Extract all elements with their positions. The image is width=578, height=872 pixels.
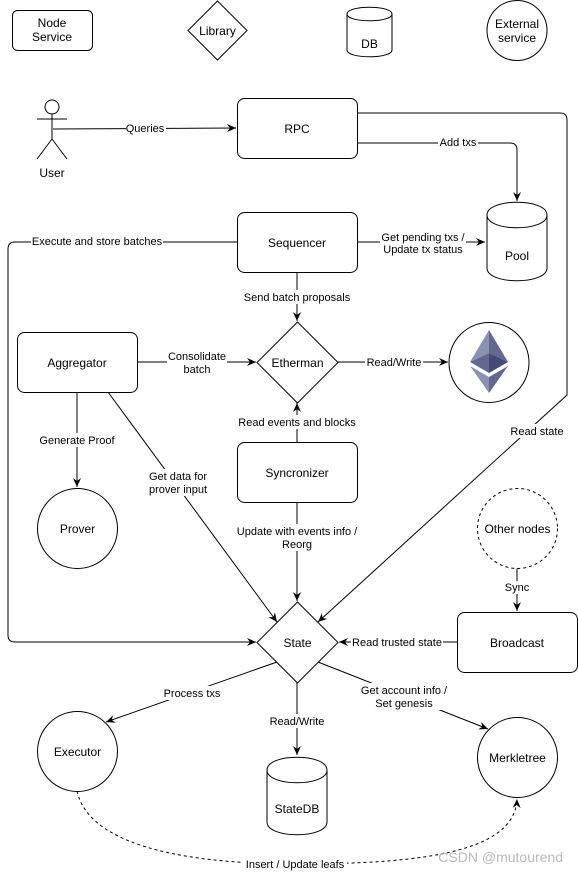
edge-label-update-events-2: Reorg <box>282 539 312 551</box>
edge-label-consolidate-1: Consolidate <box>168 351 226 363</box>
legend-db: DB <box>346 6 393 58</box>
statedb-label: StateDB <box>275 802 320 816</box>
rpc-label: RPC <box>284 122 310 136</box>
edge-label-read-events: Read events and blocks <box>238 417 356 429</box>
state-label: State <box>283 636 311 650</box>
etherman-label: Etherman <box>271 356 323 370</box>
legend-external-label-1: External <box>495 17 539 31</box>
edge-label-get-account-1: Get account info / <box>361 685 448 697</box>
rpc-node[interactable]: RPC <box>237 98 358 159</box>
legend-db-label: DB <box>361 37 378 51</box>
syncronizer-node[interactable]: Syncronizer <box>237 442 358 503</box>
etherman-library[interactable]: Etherman <box>256 321 339 404</box>
user-label: User <box>39 166 64 180</box>
edge-label-add-txs: Add txs <box>440 137 477 149</box>
edge-label-queries: Queries <box>126 123 165 135</box>
broadcast-label: Broadcast <box>490 636 545 650</box>
legend-library: Library <box>187 0 248 61</box>
edge-add-txs <box>358 142 521 201</box>
edge-label-get-account-2: Set genesis <box>375 698 433 710</box>
user-actor-icon <box>44 99 60 115</box>
prover-label: Prover <box>60 522 95 536</box>
broadcast-node[interactable]: Broadcast <box>457 612 578 673</box>
edge-label-sync: Sync <box>505 582 530 594</box>
edge-label-update-events-1: Update with events info / <box>237 526 358 538</box>
state-library[interactable]: State <box>256 601 339 684</box>
other-nodes-external[interactable]: Other nodes <box>477 488 558 569</box>
edge-label-send-batch: Send batch proposals <box>244 292 351 304</box>
statedb-db[interactable]: StateDB <box>266 756 328 836</box>
merkletree-label: Merkletree <box>489 751 546 765</box>
legend-node-service-label-1: Node Service <box>32 16 72 44</box>
edge-label-generate-proof: Generate Proof <box>39 435 115 447</box>
sequencer-node[interactable]: Sequencer <box>237 212 358 273</box>
aggregator-node[interactable]: Aggregator <box>17 332 138 393</box>
edge-label-read-state: Read state <box>510 426 563 438</box>
edge-label-read-write-eth: Read/Write <box>367 357 422 369</box>
edge-label-get-pending-1: Get pending txs / <box>381 232 465 244</box>
sequencer-label: Sequencer <box>268 236 326 250</box>
legend-external-label-2: service <box>498 31 536 45</box>
edge-label-insert-update: Insert / Update leafs <box>246 859 345 871</box>
ethereum-external[interactable] <box>448 322 530 403</box>
merkletree-external[interactable]: Merkletree <box>477 717 558 798</box>
legend-library-label: Library <box>199 24 236 38</box>
architecture-diagram: Node Service Library DB External service … <box>7 0 578 871</box>
watermark: CSDN @mutourend <box>438 849 563 865</box>
executor-external[interactable]: Executor <box>37 711 118 792</box>
edge-label-process-txs: Process txs <box>164 688 221 700</box>
user-actor[interactable]: User <box>36 99 68 180</box>
syncronizer-label: Syncronizer <box>265 466 328 480</box>
edge-label-read-trusted: Read trusted state <box>352 637 442 649</box>
prover-external[interactable]: Prover <box>37 488 118 569</box>
legend-node-service: Node Service <box>12 10 93 51</box>
executor-label: Executor <box>54 745 101 759</box>
pool-label: Pool <box>505 249 529 263</box>
aggregator-label: Aggregator <box>47 356 106 370</box>
legend-external-service: External service <box>486 0 548 61</box>
edge-label-read-write-db: Read/Write <box>270 716 325 728</box>
other-nodes-label: Other nodes <box>484 522 550 536</box>
edge-label-get-data-2: prover input <box>149 484 207 496</box>
edge-label-get-data-1: Get data for <box>149 471 207 483</box>
edge-label-consolidate-2: batch <box>184 364 211 376</box>
edge-label-get-pending-2: Update tx status <box>383 244 463 256</box>
edge-label-execute-store: Execute and store batches <box>32 236 163 248</box>
pool-db[interactable]: Pool <box>486 201 548 282</box>
